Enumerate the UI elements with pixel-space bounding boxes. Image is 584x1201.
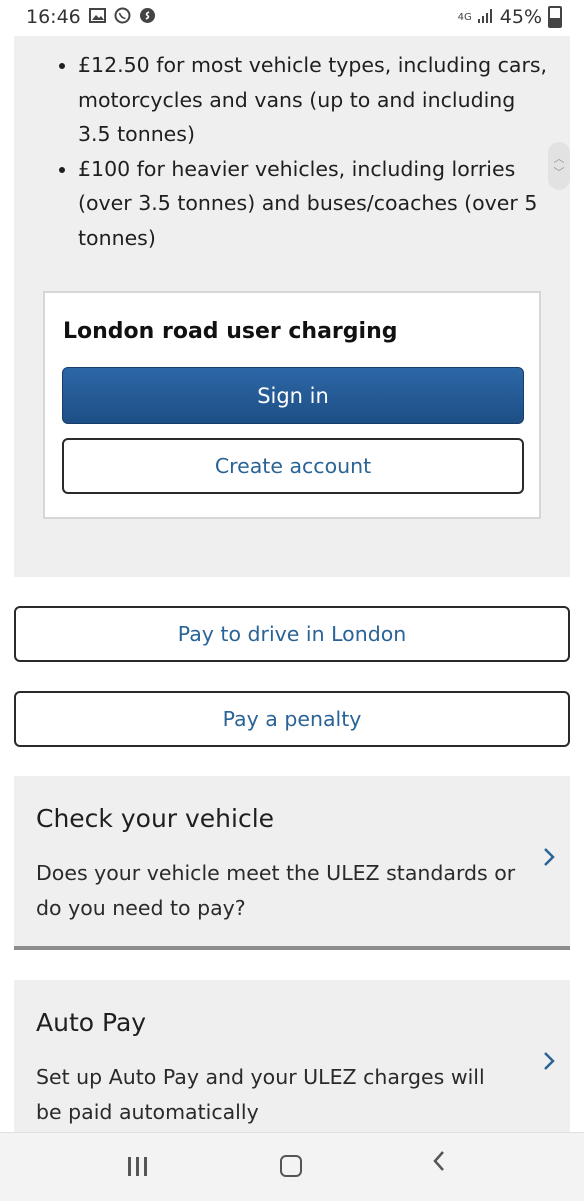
whatsapp-icon	[114, 7, 131, 28]
chevron-right-icon[interactable]	[542, 1050, 556, 1078]
pay-to-drive-button[interactable]: Pay to drive in London	[14, 606, 570, 662]
gallery-icon	[88, 7, 106, 27]
battery-percent: 45%	[499, 6, 542, 28]
scroll-handle[interactable]: ︿ ﹀	[548, 142, 570, 190]
card-title: London road user charging	[63, 319, 398, 344]
page-content[interactable]: £12.50 for most vehicle types, including…	[0, 36, 584, 1132]
check-vehicle-card[interactable]: Check your vehicle Does your vehicle mee…	[14, 776, 570, 950]
account-card: London road user charging Sign in Create…	[43, 291, 541, 519]
card-description: Set up Auto Pay and your ULEZ charges wi…	[36, 1065, 485, 1124]
card-title: Auto Pay	[36, 1008, 147, 1037]
status-time: 16:46	[26, 6, 81, 28]
chevron-up-icon: ︿	[553, 152, 565, 165]
status-bar: 16:46 4G 45%	[0, 0, 584, 36]
chevron-right-icon[interactable]	[542, 846, 556, 874]
auto-pay-card[interactable]: Auto Pay Set up Auto Pay and your ULEZ c…	[14, 980, 570, 1132]
home-icon[interactable]	[280, 1155, 302, 1177]
system-nav-bar	[0, 1132, 584, 1201]
create-account-button[interactable]: Create account	[62, 438, 524, 494]
signal-icon	[477, 8, 494, 27]
list-item: £100 for heavier vehicles, including lor…	[78, 152, 548, 256]
list-item: £12.50 for most vehicle types, including…	[78, 48, 548, 152]
charges-panel: £12.50 for most vehicle types, including…	[14, 36, 570, 577]
battery-icon	[548, 6, 562, 28]
back-icon[interactable]	[432, 1147, 446, 1180]
pay-penalty-button[interactable]: Pay a penalty	[14, 691, 570, 747]
card-title: Check your vehicle	[36, 804, 275, 833]
network-type: 4G	[457, 11, 472, 23]
chevron-down-icon: ﹀	[553, 166, 565, 179]
card-description: Does your vehicle meet the ULEZ standard…	[36, 861, 516, 920]
charge-list: £12.50 for most vehicle types, including…	[40, 48, 548, 255]
recents-icon[interactable]	[128, 1157, 147, 1176]
sign-in-button[interactable]: Sign in	[62, 367, 524, 424]
shazam-icon	[139, 7, 156, 28]
